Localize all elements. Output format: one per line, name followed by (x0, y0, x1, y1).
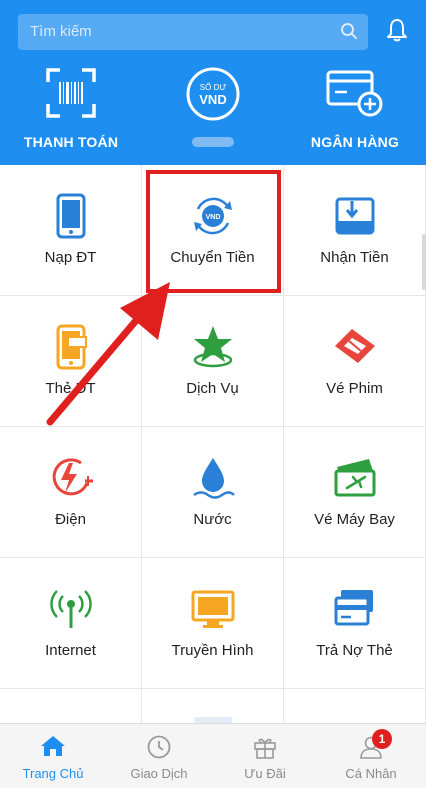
electricity-icon (0, 455, 141, 501)
home-icon (0, 734, 106, 758)
quick-action-label: THANH TOÁN (23, 134, 119, 150)
user-icon (318, 734, 424, 760)
tab-label: Cá Nhân (345, 766, 397, 781)
service-movie-ticket[interactable]: Vé Phim (284, 296, 426, 427)
service-receive-money[interactable]: Nhận Tiền (284, 165, 426, 296)
service-label: Vé Phim (326, 380, 383, 397)
receive-money-icon (284, 193, 425, 239)
balance-vnd-icon: SỐ DƯ VND (143, 66, 283, 122)
gift-icon (212, 734, 318, 760)
tab-profile[interactable]: Cá Nhân (318, 724, 424, 788)
quick-action-balance[interactable]: SỐ DƯ VND (143, 66, 283, 147)
credit-card-icon (284, 586, 425, 632)
search-icon[interactable] (340, 22, 358, 45)
service-phone-topup[interactable]: Nạp ĐT (0, 165, 142, 296)
tab-promotions[interactable]: Ưu Đãi (212, 724, 318, 788)
search-input[interactable]: Tìm kiếm (18, 14, 368, 50)
service-label: Điện (55, 511, 86, 528)
clock-icon (106, 734, 212, 760)
add-card-icon (285, 66, 425, 120)
service-label: Nước (193, 511, 232, 528)
balance-badge-line1: SỐ DƯ (200, 82, 227, 92)
movie-ticket-icon (284, 324, 425, 370)
service-electricity[interactable]: Điện (0, 427, 142, 558)
bottom-tab-bar: Trang Chủ Giao Dịch Ưu Đãi Cá Nhân 1 (0, 723, 426, 788)
tab-label: Giao Dịch (130, 766, 188, 781)
service-next-row-cell[interactable] (142, 689, 284, 723)
notification-badge: 1 (372, 729, 392, 749)
service-label: Nhận Tiền (320, 249, 389, 266)
service-label: Vé Máy Bay (314, 511, 395, 528)
service-tv[interactable]: Truyền Hình (142, 558, 284, 689)
quick-action-payment[interactable]: THANH TOÁN (1, 66, 141, 150)
header-bar: Tìm kiếm THANH TOÁN SỐ DƯ VND NGÂN HÀNG (0, 0, 426, 165)
tv-icon (142, 586, 283, 632)
service-internet[interactable]: Internet (0, 558, 142, 689)
balance-hidden-value (143, 134, 283, 148)
highlight-box (146, 170, 281, 293)
bell-icon[interactable] (386, 18, 408, 47)
internet-antenna-icon (0, 586, 141, 632)
tab-transactions[interactable]: Giao Dịch (106, 724, 212, 788)
tab-home[interactable]: Trang Chủ (0, 724, 106, 788)
service-next-row-cell[interactable] (0, 689, 142, 723)
service-next-row-cell[interactable] (284, 689, 426, 723)
quick-action-bank[interactable]: NGÂN HÀNG (285, 66, 425, 150)
plane-ticket-icon (284, 455, 425, 501)
tab-label: Trang Chủ (22, 766, 84, 781)
scrollbar[interactable] (422, 234, 426, 290)
service-label: Trả Nợ Thẻ (316, 642, 393, 659)
pointer-arrow-icon (46, 282, 170, 426)
service-plane-ticket[interactable]: Vé Máy Bay (284, 427, 426, 558)
service-label: Nạp ĐT (44, 249, 97, 266)
phone-topup-icon (0, 193, 141, 239)
quick-action-label: NGÂN HÀNG (310, 134, 400, 150)
service-water[interactable]: Nước (142, 427, 284, 558)
balance-badge-line2: VND (199, 92, 226, 107)
water-drop-icon (142, 455, 283, 501)
service-label: Internet (45, 642, 96, 659)
service-label: Truyền Hình (171, 642, 254, 659)
barcode-scan-icon (1, 66, 141, 120)
tab-label: Ưu Đãi (244, 766, 286, 781)
service-card-payment[interactable]: Trả Nợ Thẻ (284, 558, 426, 689)
search-placeholder: Tìm kiếm (30, 23, 92, 40)
